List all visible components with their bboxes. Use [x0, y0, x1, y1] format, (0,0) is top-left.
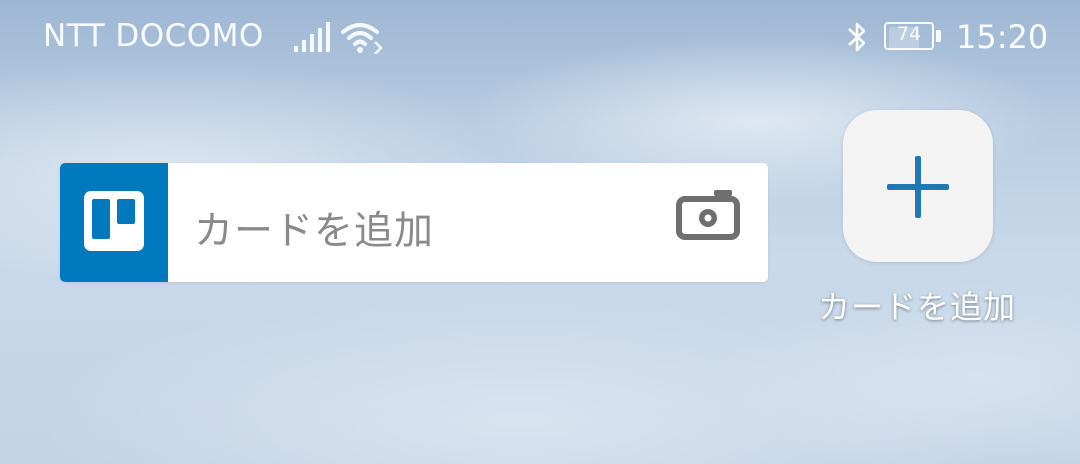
trello-logo-icon[interactable] [60, 163, 168, 282]
battery-indicator: 74 [884, 22, 944, 52]
plus-icon [887, 156, 949, 218]
status-clock: 15:20 [956, 18, 1049, 56]
battery-tip [936, 30, 941, 42]
trello-logo-list-left [92, 199, 110, 239]
carrier-name: NTT DOCOMO [43, 18, 264, 54]
trello-add-card-widget[interactable]: カードを追加 [60, 163, 768, 282]
add-card-input[interactable]: カードを追加 [194, 200, 434, 256]
trello-logo-board [84, 191, 144, 251]
signal-bars-icon [294, 22, 330, 52]
status-bar: NTT DOCOMO 74 15:20 [0, 0, 1080, 76]
battery-level: 74 [896, 23, 922, 45]
trello-logo-list-right [117, 199, 135, 224]
bluetooth-icon [848, 22, 866, 52]
add-card-shortcut-tile[interactable] [843, 110, 993, 262]
camera-icon[interactable] [676, 185, 740, 243]
wifi-icon [341, 23, 383, 54]
add-card-shortcut-label: カードを追加 [817, 288, 1016, 326]
add-card-shortcut[interactable]: カードを追加 [806, 110, 1028, 330]
